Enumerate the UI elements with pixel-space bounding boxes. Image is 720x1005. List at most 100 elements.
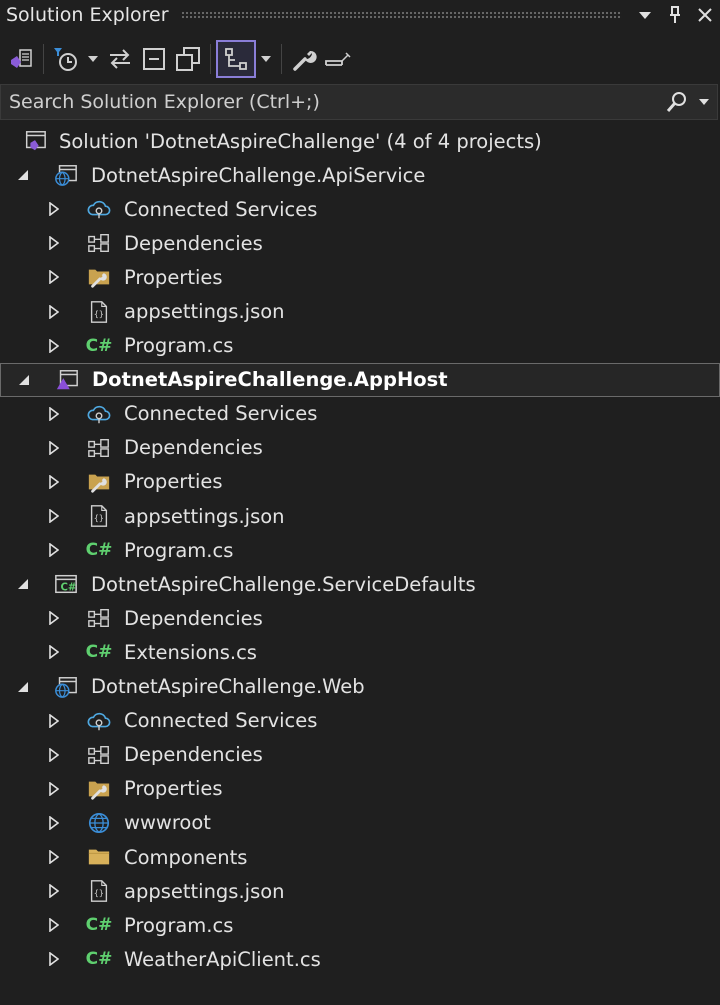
pin-icon[interactable] (660, 0, 690, 30)
collapse-arrow-icon[interactable] (16, 168, 30, 182)
tree-item[interactable]: Dependencies (0, 431, 720, 465)
tree-item[interactable]: DotnetAspireChallenge.ApiService (0, 158, 720, 192)
tree-item[interactable]: C# WeatherApiClient.cs (0, 942, 720, 976)
collapse-arrow-icon[interactable] (16, 577, 30, 591)
tree-item[interactable]: Dependencies (0, 601, 720, 635)
tree-item[interactable]: Connected Services (0, 397, 720, 431)
tree-item[interactable]: C# Extensions.cs (0, 635, 720, 669)
expand-arrow-icon[interactable] (47, 236, 61, 251)
tree-item-label: DotnetAspireChallenge.ApiService (91, 163, 426, 187)
tree-item-label: DotnetAspireChallenge.Web (91, 675, 365, 699)
folder-icon (87, 845, 111, 869)
expand-arrow-icon[interactable] (47, 918, 61, 933)
svg-text:{}: {} (94, 308, 104, 318)
search-icon[interactable] (663, 91, 691, 113)
expand-arrow-icon[interactable] (47, 474, 61, 489)
svg-text:{}: {} (94, 513, 104, 523)
toolbar-separator (43, 44, 44, 74)
tree-item-label: Dependencies (124, 743, 263, 767)
expand-arrow-icon[interactable] (47, 304, 61, 319)
expand-arrow-icon[interactable] (47, 338, 61, 353)
tree-item[interactable]: {} appsettings.json (0, 874, 720, 908)
tree-item[interactable]: C# Program.cs (0, 533, 720, 567)
search-options-dropdown-icon[interactable] (691, 98, 717, 106)
toolbar-separator (281, 44, 282, 74)
tree-item[interactable]: Connected Services (0, 192, 720, 226)
search-box[interactable] (0, 84, 718, 120)
drag-grip[interactable] (180, 11, 622, 19)
panel-title: Solution Explorer (6, 4, 169, 26)
switch-views-icon[interactable] (4, 41, 38, 77)
view-code-icon[interactable] (321, 41, 355, 77)
tree-item-label: Extensions.cs (124, 640, 257, 664)
tree-item[interactable]: {} appsettings.json (0, 294, 720, 328)
expand-arrow-icon[interactable] (47, 543, 61, 558)
sync-with-active-document-icon[interactable] (103, 41, 137, 77)
collapse-arrow-icon[interactable] (17, 373, 31, 387)
tree-item-label: Components (124, 845, 248, 869)
tree-item-label: Connected Services (124, 709, 318, 733)
tree-item[interactable]: DotnetAspireChallenge.AppHost (0, 362, 720, 397)
tree-item-label: Connected Services (124, 402, 318, 426)
show-all-files-icon[interactable] (171, 41, 205, 77)
search-input[interactable] (1, 90, 663, 114)
properties-folder-icon (87, 470, 111, 494)
preview-dropdown-icon[interactable] (256, 41, 276, 77)
tree-item[interactable]: C# DotnetAspireChallenge.ServiceDefaults (0, 567, 720, 601)
web-project-icon (54, 675, 78, 699)
tree-item[interactable]: C# Program.cs (0, 908, 720, 942)
tree-item[interactable]: wwwroot (0, 806, 720, 840)
tree-item-label: Solution 'DotnetAspireChallenge' (4 of 4… (59, 129, 542, 153)
expand-arrow-icon[interactable] (47, 611, 61, 626)
csharp-file-icon: C# (85, 540, 113, 561)
tree-item[interactable]: Properties (0, 260, 720, 294)
expand-arrow-icon[interactable] (47, 781, 61, 796)
collapse-arrow-icon[interactable] (16, 680, 30, 694)
csharp-file-icon: C# (85, 335, 113, 356)
apphost-project-icon (55, 368, 79, 392)
tree-item-label: DotnetAspireChallenge.AppHost (92, 368, 448, 392)
expand-arrow-icon[interactable] (47, 645, 61, 660)
expand-arrow-icon[interactable] (47, 406, 61, 421)
tree-item[interactable]: Dependencies (0, 226, 720, 260)
solution-tree: Solution 'DotnetAspireChallenge' (4 of 4… (0, 124, 720, 976)
expand-arrow-icon[interactable] (47, 270, 61, 285)
window-position-dropdown-icon[interactable] (630, 0, 660, 30)
csharp-project-icon: C# (54, 572, 78, 596)
properties-wrench-icon[interactable] (287, 41, 321, 77)
tree-item[interactable]: C# Program.cs (0, 329, 720, 363)
expand-arrow-icon[interactable] (47, 747, 61, 762)
tree-item-label: appsettings.json (124, 879, 285, 903)
csharp-file-icon: C# (85, 949, 113, 970)
filter-dropdown-icon[interactable] (83, 41, 103, 77)
globe-icon (87, 811, 111, 835)
tree-item[interactable]: Connected Services (0, 704, 720, 738)
tree-item[interactable]: Properties (0, 465, 720, 499)
svg-text:C#: C# (60, 583, 76, 594)
preview-selected-items-icon[interactable] (216, 40, 256, 78)
tree-item[interactable]: {} appsettings.json (0, 499, 720, 533)
toolbar-separator (210, 44, 211, 74)
tree-item-label: Connected Services (124, 197, 318, 221)
tree-item-label: Program.cs (124, 913, 234, 937)
tree-item-label: Program.cs (124, 538, 234, 562)
expand-arrow-icon[interactable] (47, 815, 61, 830)
expand-arrow-icon[interactable] (47, 952, 61, 967)
tree-item[interactable]: Components (0, 840, 720, 874)
tree-item[interactable]: Dependencies (0, 738, 720, 772)
expand-arrow-icon[interactable] (47, 440, 61, 455)
json-file-icon: {} (87, 300, 111, 324)
tree-item[interactable]: Properties (0, 772, 720, 806)
dependencies-icon (87, 743, 111, 767)
expand-arrow-icon[interactable] (47, 850, 61, 865)
pending-changes-filter-icon[interactable] (49, 41, 83, 77)
tree-item[interactable]: DotnetAspireChallenge.Web (0, 670, 720, 704)
close-icon[interactable] (690, 0, 720, 30)
expand-arrow-icon[interactable] (47, 202, 61, 217)
expand-arrow-icon[interactable] (47, 509, 61, 524)
tree-item[interactable]: Solution 'DotnetAspireChallenge' (4 of 4… (0, 124, 720, 158)
collapse-all-icon[interactable] (137, 41, 171, 77)
expand-arrow-icon[interactable] (47, 713, 61, 728)
expand-arrow-icon[interactable] (47, 884, 61, 899)
tree-item-label: WeatherApiClient.cs (124, 947, 321, 971)
